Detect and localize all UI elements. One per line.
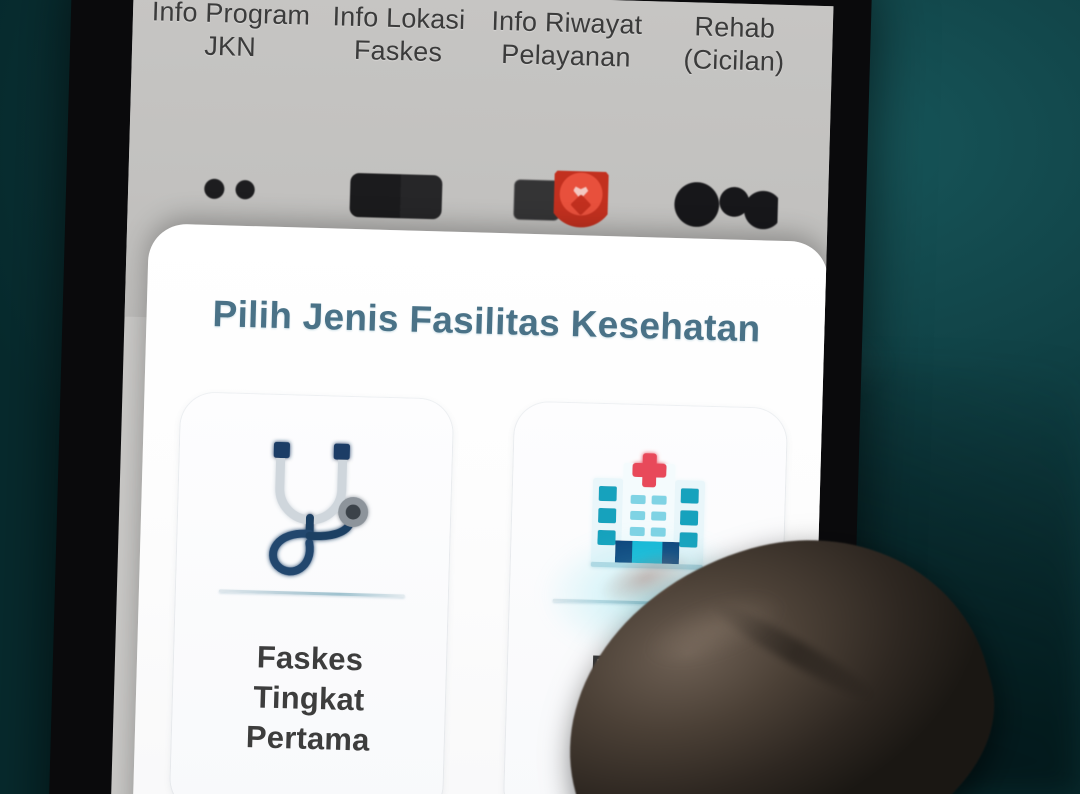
menu-item-info-lokasi-faskes[interactable]: Info Lokasi Faskes (318, 0, 480, 70)
stethoscope-icon (247, 424, 381, 588)
option-label-line: Tingkat (252, 679, 365, 718)
app-menu-row: Info Program JKN Info Lokasi Faskes Info… (132, 0, 834, 80)
page-title: Pilih Jenis Fasilitas Kesehatan (212, 293, 762, 350)
option-label-line: Faskes (256, 639, 364, 678)
option-card-faskes-tingkat-pertama[interactable]: Faskes Tingkat Pertama (169, 392, 454, 794)
card-divider (218, 589, 405, 598)
location-pin-icon (505, 167, 617, 234)
menu-item-label: Rehab (Cicilan) (683, 11, 785, 77)
menu-item-info-riwayat-pelayanan[interactable]: Info Riwayat Pelayanan (486, 5, 648, 75)
menu-item-info-program-jkn[interactable]: Info Program JKN (150, 0, 312, 66)
screenshot-scene: Info Program JKN Info Lokasi Faskes Info… (0, 0, 1080, 794)
menu-item-label: Info Lokasi Faskes (332, 1, 466, 68)
card-icon (340, 163, 452, 230)
menu-item-label: Info Program JKN (151, 0, 311, 63)
documents-icon (670, 172, 782, 239)
option-card-label: Faskes Tingkat Pertama (245, 637, 372, 760)
option-label-line: Pertama (245, 719, 371, 758)
menu-item-label: Info Riwayat Pelayanan (491, 5, 643, 73)
people-icon (175, 158, 287, 225)
menu-item-rehab-cicilan[interactable]: Rehab (Cicilan) (653, 9, 815, 79)
